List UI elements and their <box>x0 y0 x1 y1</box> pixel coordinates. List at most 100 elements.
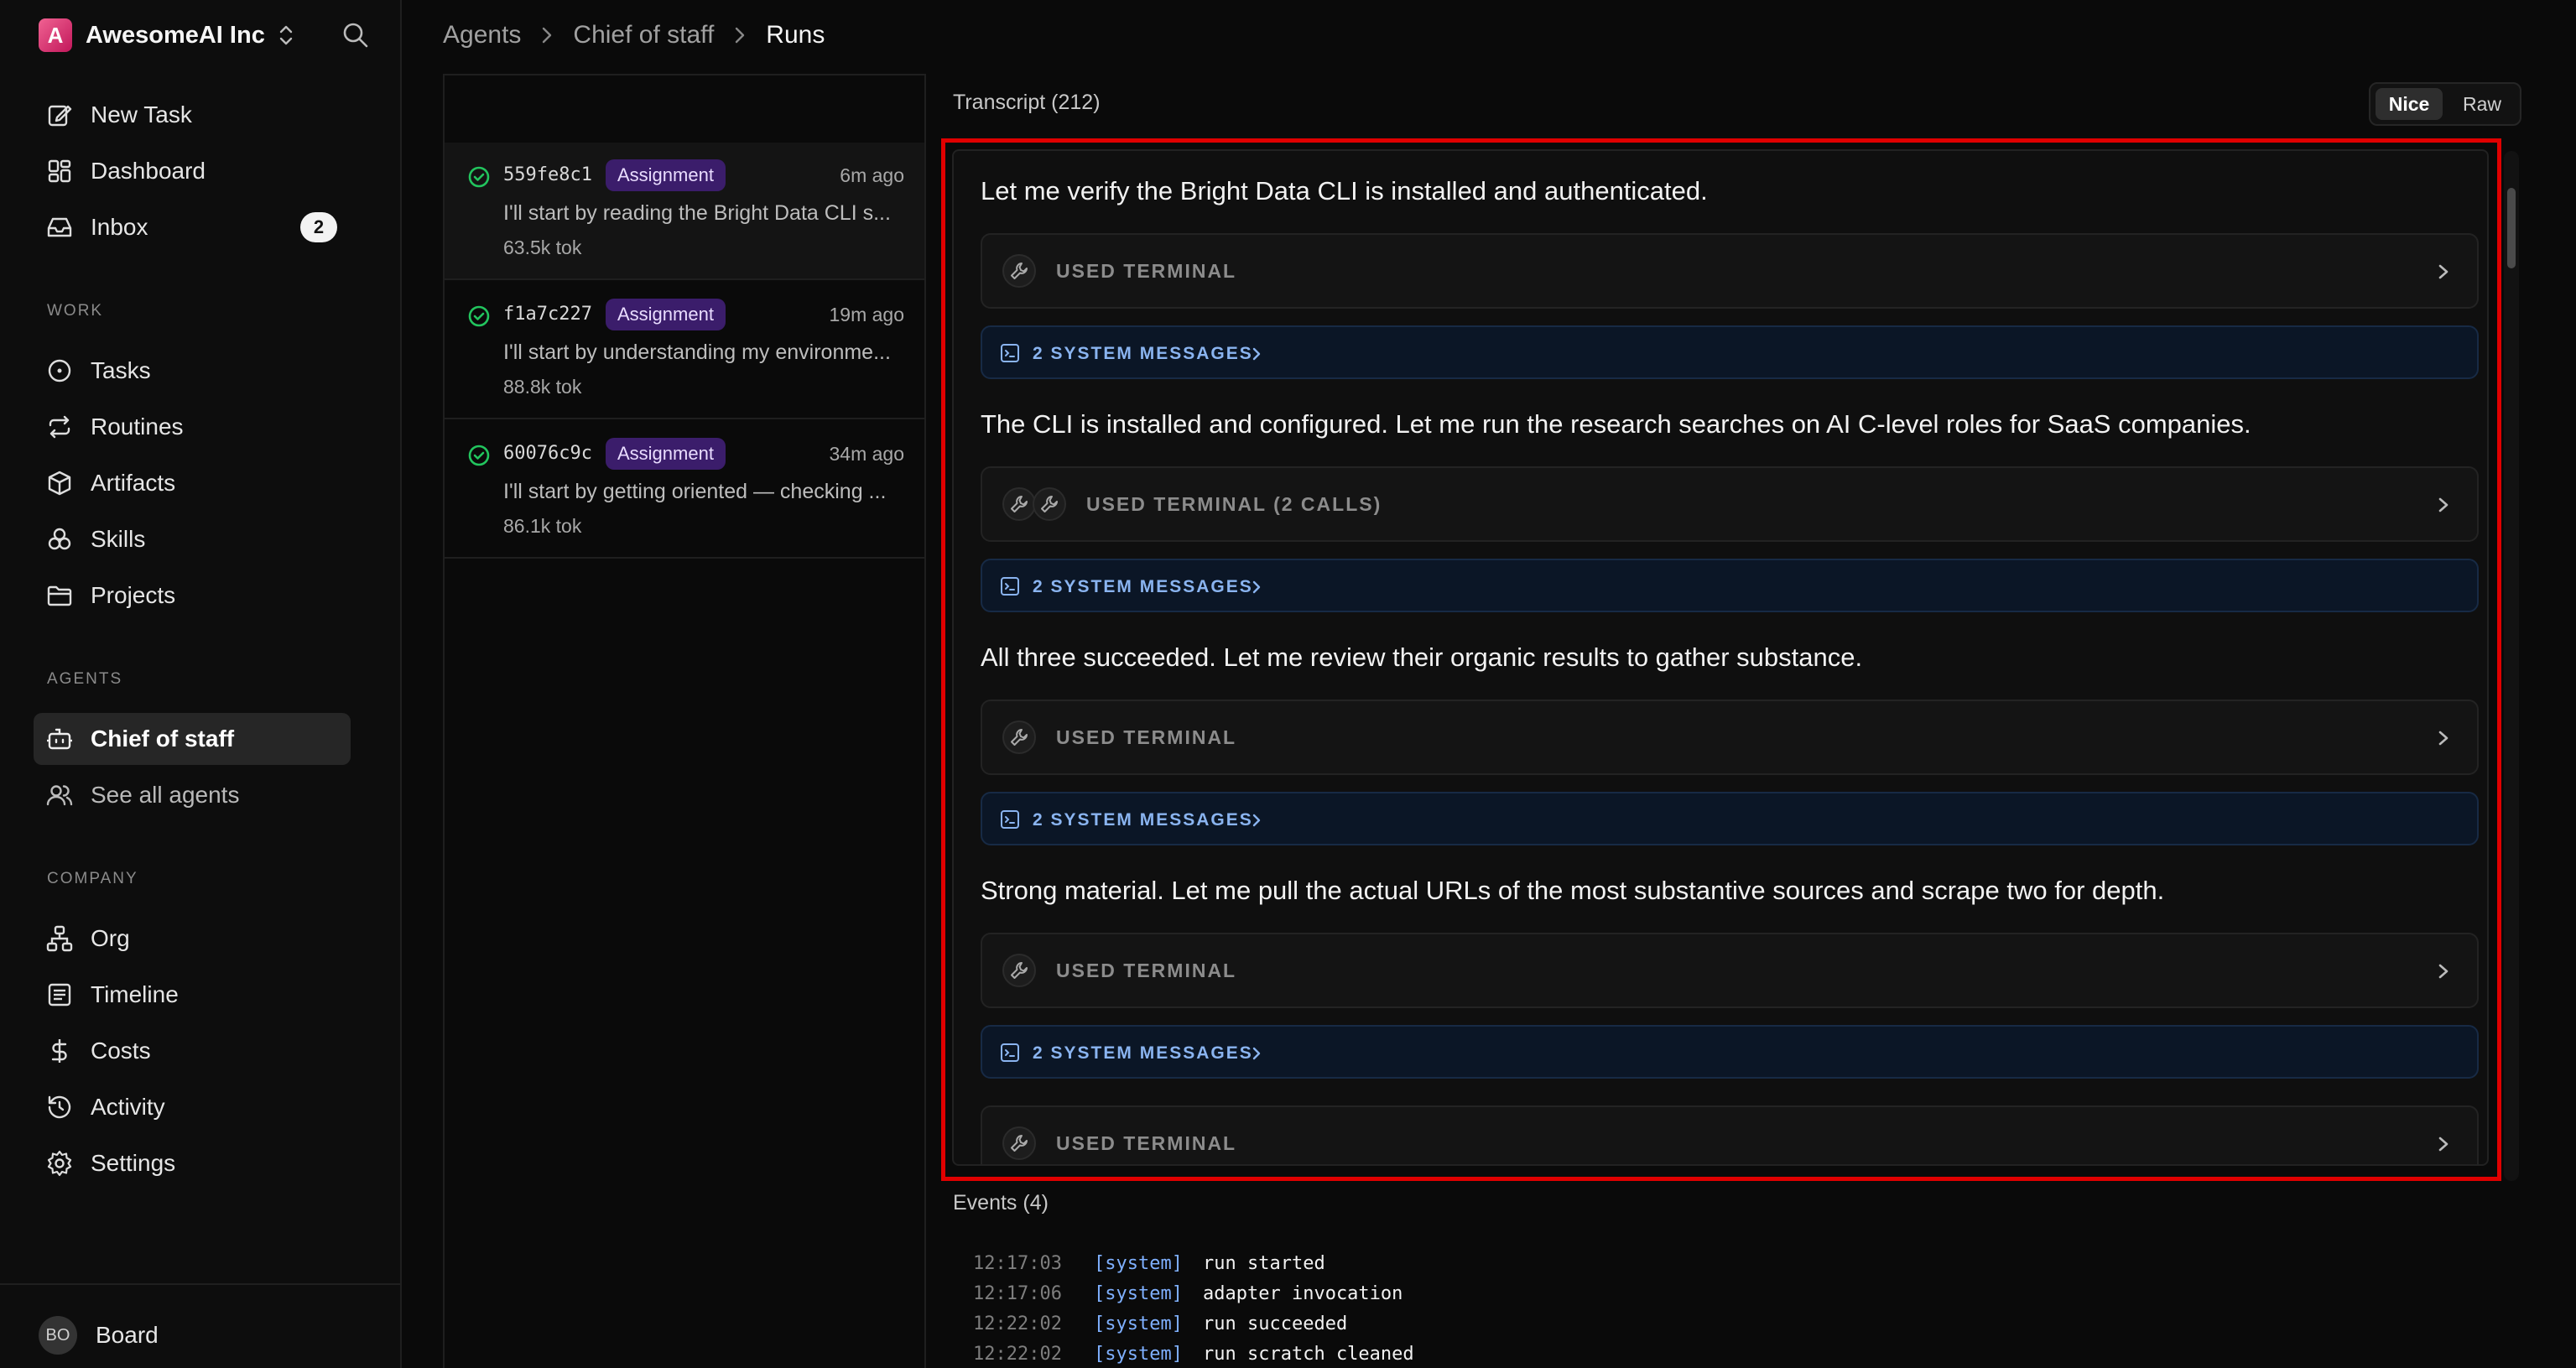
org-switcher[interactable]: A AwesomeAI Inc <box>39 18 295 52</box>
transcript-scrollbar[interactable] <box>2504 151 2519 1181</box>
chevrons-up-down-icon <box>279 25 293 45</box>
run-item[interactable]: f1a7c227 Assignment 19m ago I'll start b… <box>445 282 924 419</box>
check-circle-icon <box>468 166 490 188</box>
event-time: 12:17:03 <box>973 1253 1062 1274</box>
chevron-right-icon <box>2438 264 2449 279</box>
run-tokens: 86.1k tok <box>503 515 582 537</box>
tool-call-row[interactable]: USED TERMINAL <box>981 233 2479 309</box>
wrench-icon <box>1002 1126 1036 1160</box>
sidebar-item-artifacts[interactable]: Artifacts <box>34 457 351 509</box>
sidebar-item-label: Activity <box>91 1094 165 1120</box>
breadcrumb-chief-of-staff[interactable]: Chief of staff <box>573 21 714 49</box>
sidebar-item-chief-of-staff[interactable]: Chief of staff <box>34 713 351 765</box>
sidebar-item-label: Skills <box>91 526 146 552</box>
inbox-count-badge: 2 <box>300 212 337 242</box>
system-messages-label: 2 SYSTEM MESSAGES <box>1033 344 1253 363</box>
sidebar-item-label: See all agents <box>91 782 240 808</box>
event-time: 12:17:06 <box>973 1283 1062 1304</box>
terminal-icon <box>1001 1043 1019 1062</box>
sidebar-item-label: Timeline <box>91 981 179 1007</box>
events-title: Events (4) <box>953 1191 1049 1215</box>
scrollbar-thumb[interactable] <box>2507 188 2516 268</box>
run-item[interactable]: 559fe8c1 Assignment 6m ago I'll start by… <box>445 143 924 280</box>
assistant-message: The CLI is installed and configured. Let… <box>981 409 2251 439</box>
run-id: 559fe8c1 <box>503 164 592 185</box>
section-label-agents: AGENTS <box>47 670 123 688</box>
system-messages-row[interactable]: 2 SYSTEM MESSAGES <box>981 325 2479 379</box>
tool-call-row[interactable]: USED TERMINAL <box>981 1105 2479 1164</box>
chevron-right-icon <box>2438 964 2449 979</box>
system-messages-row[interactable]: 2 SYSTEM MESSAGES <box>981 792 2479 845</box>
wrench-icon <box>1002 487 1036 521</box>
view-nice-button[interactable]: Nice <box>2376 88 2443 120</box>
tool-call-row[interactable]: USED TERMINAL (2 CALLS) <box>981 466 2479 542</box>
run-id: 60076c9c <box>503 443 592 464</box>
gear-icon <box>47 1150 72 1177</box>
run-tag: Assignment <box>606 299 726 330</box>
event-time: 12:22:02 <box>973 1313 1062 1334</box>
run-time: 34m ago <box>829 443 904 465</box>
wrench-icon <box>1033 487 1066 521</box>
sidebar-item-see-all-agents[interactable]: See all agents <box>34 769 351 821</box>
event-source: [system] <box>1094 1283 1183 1304</box>
sidebar-item-label: Costs <box>91 1038 151 1064</box>
sidebar-item-label: Routines <box>91 414 184 440</box>
sidebar-item-label: Org <box>91 925 130 951</box>
sidebar-item-dashboard[interactable]: Dashboard <box>34 145 351 197</box>
tool-call-row[interactable]: USED TERMINAL <box>981 700 2479 775</box>
sidebar-item-settings[interactable]: Settings <box>34 1137 351 1189</box>
transcript-title: Transcript (212) <box>953 91 1101 114</box>
user-footer[interactable]: BO Board <box>0 1283 400 1368</box>
runs-list: 559fe8c1 Assignment 6m ago I'll start by… <box>443 74 926 1368</box>
sidebar-item-timeline[interactable]: Timeline <box>34 969 351 1021</box>
check-circle-icon <box>468 445 490 466</box>
event-message: run started <box>1203 1253 1325 1274</box>
breadcrumb: Agents Chief of staff Runs <box>443 18 825 52</box>
sidebar-item-routines[interactable]: Routines <box>34 401 351 453</box>
sidebar-item-org[interactable]: Org <box>34 913 351 965</box>
sidebar-item-costs[interactable]: Costs <box>34 1025 351 1077</box>
sidebar-item-label: New Task <box>91 101 192 127</box>
chevron-right-icon <box>1252 580 1261 594</box>
chevron-right-icon <box>543 27 552 44</box>
users-icon <box>46 785 73 806</box>
inbox-icon <box>47 217 72 237</box>
view-raw-button[interactable]: Raw <box>2448 88 2516 120</box>
system-messages-label: 2 SYSTEM MESSAGES <box>1033 810 1253 830</box>
event-source: [system] <box>1094 1313 1183 1334</box>
avatar: BO <box>39 1316 77 1355</box>
system-messages-label: 2 SYSTEM MESSAGES <box>1033 577 1253 596</box>
run-tag: Assignment <box>606 438 726 470</box>
event-row: 12:22:02 [system] run succeeded <box>973 1313 1347 1334</box>
tool-call-row[interactable]: USED TERMINAL <box>981 933 2479 1008</box>
sidebar-item-skills[interactable]: Skills <box>34 513 351 565</box>
run-item[interactable]: 60076c9c Assignment 34m ago I'll start b… <box>445 421 924 559</box>
event-time: 12:22:02 <box>973 1344 1062 1365</box>
check-circle-icon <box>468 305 490 327</box>
transcript-scroll-area[interactable]: Let me verify the Bright Data CLI is ins… <box>952 149 2489 1166</box>
dashboard-icon <box>48 159 71 183</box>
section-label-company: COMPANY <box>47 870 138 887</box>
sidebar-item-inbox[interactable]: Inbox 2 <box>34 201 351 253</box>
breadcrumb-agents[interactable]: Agents <box>443 21 521 49</box>
event-message: run scratch cleaned <box>1203 1344 1414 1365</box>
system-messages-row[interactable]: 2 SYSTEM MESSAGES <box>981 1025 2479 1079</box>
event-source: [system] <box>1094 1253 1183 1274</box>
sidebar-item-label: Projects <box>91 582 176 608</box>
sidebar-item-activity[interactable]: Activity <box>34 1081 351 1133</box>
sidebar-item-new-task[interactable]: New Task <box>34 89 351 141</box>
sidebar-item-tasks[interactable]: Tasks <box>34 345 351 397</box>
system-messages-row[interactable]: 2 SYSTEM MESSAGES <box>981 559 2479 612</box>
view-toggle: Nice Raw <box>2369 82 2521 126</box>
section-label-work: WORK <box>47 302 104 320</box>
sidebar-item-label: Chief of staff <box>91 726 235 752</box>
box-icon <box>48 471 71 496</box>
boxes-icon <box>48 528 71 550</box>
wrench-icon <box>1002 254 1036 288</box>
chevron-right-icon <box>1252 347 1261 361</box>
sidebar-item-projects[interactable]: Projects <box>34 570 351 622</box>
search-icon[interactable] <box>341 20 371 50</box>
sidebar-item-label: Dashboard <box>91 158 206 184</box>
tool-call-label: USED TERMINAL <box>1056 260 1237 282</box>
repeat-icon <box>49 415 70 439</box>
